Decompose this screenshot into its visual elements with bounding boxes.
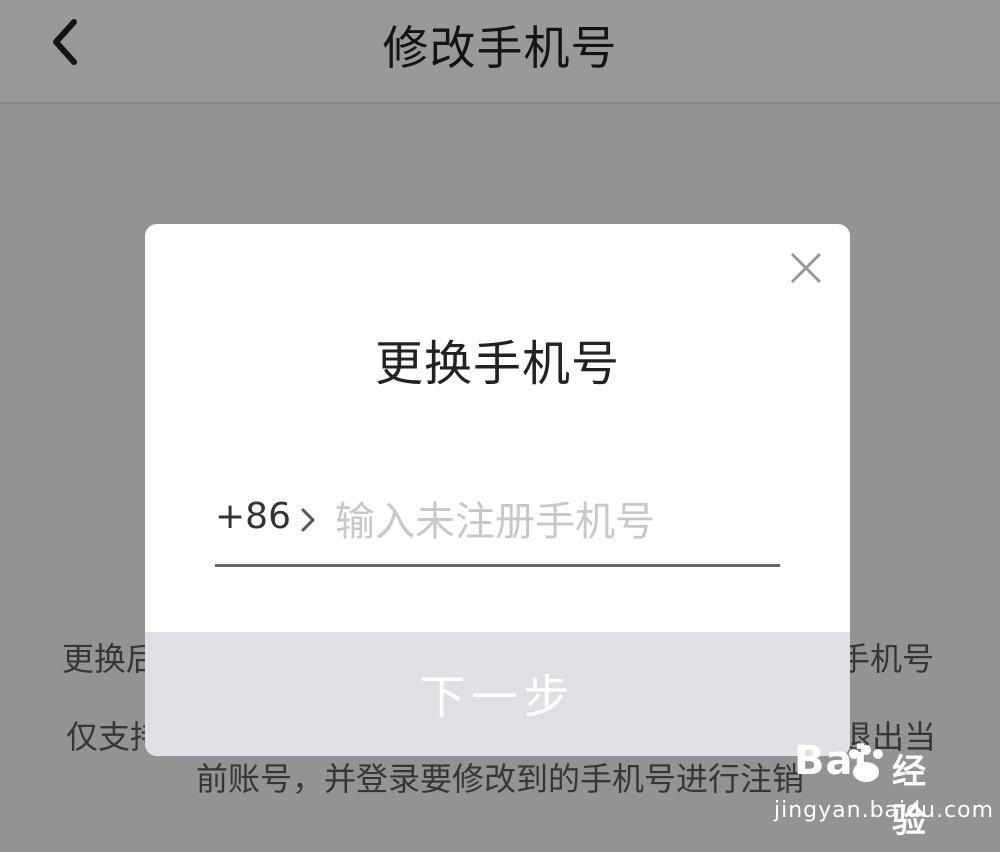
baidu-jingyan-watermark: Bai 经验 jingyan.baidu.com (756, 738, 993, 841)
phone-input[interactable] (335, 486, 775, 558)
change-phone-dialog: 更换手机号 +86 下一步 (145, 224, 850, 756)
paw-logo-icon (849, 745, 883, 782)
watermark-suffix: 经验 (892, 752, 926, 841)
dialog-title: 更换手机号 (374, 336, 620, 392)
phone-field-row: +86 (215, 484, 780, 567)
watermark-url: jingyan.baidu.com (774, 798, 995, 823)
country-code-selector[interactable]: +86 (215, 496, 291, 537)
chevron-right-icon[interactable] (297, 504, 319, 536)
next-step-button[interactable]: 下一步 (145, 632, 850, 756)
close-button[interactable] (784, 246, 828, 290)
close-icon (790, 252, 822, 284)
